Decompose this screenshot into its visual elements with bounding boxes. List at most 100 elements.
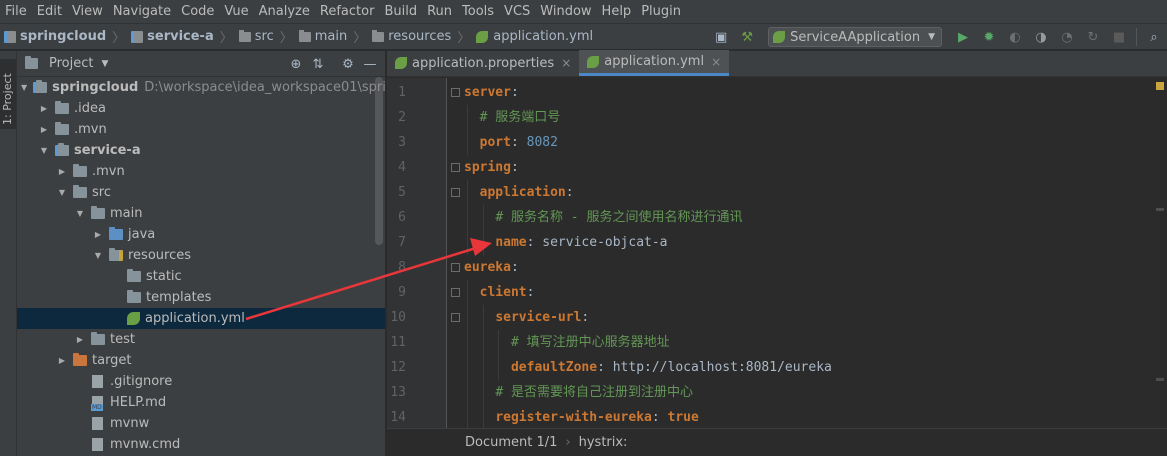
tree-node[interactable]: HELP.md [17,392,385,413]
code-line[interactable]: # 服务端口号 [480,105,561,130]
stripe-marker[interactable] [1156,208,1164,211]
collapsed-arrow-icon[interactable]: ▶ [39,104,49,113]
menu-plugin[interactable]: Plugin [636,0,686,24]
collapsed-arrow-icon[interactable]: ▶ [57,167,67,176]
project-panel-title[interactable]: Project [49,56,93,71]
collapsed-arrow-icon[interactable]: ▶ [75,335,85,344]
code-line[interactable]: # 是否需要将自己注册到注册中心 [495,380,693,405]
tree-node[interactable]: ▶ test [17,329,385,350]
tab-label: application.properties [412,55,555,71]
menu-code[interactable]: Code [176,0,219,24]
tree-node[interactable]: ▼ resources [17,245,385,266]
breadcrumb-item[interactable]: application.yml [472,24,593,50]
tree-node[interactable]: ▼ main [17,203,385,224]
code-line[interactable]: client: [480,280,535,305]
code-line[interactable]: application: [480,180,574,205]
menu-vcs[interactable]: VCS [499,0,535,24]
run-icon[interactable]: ▶ [952,26,974,48]
locate-file-icon[interactable]: ⊕ [285,57,307,72]
breadcrumb-item[interactable]: src [235,24,274,50]
tree-node[interactable]: mvnw.cmd [17,434,385,455]
tree-node[interactable]: ▼ src [17,182,385,203]
collapsed-arrow-icon[interactable]: ▶ [57,356,67,365]
menu-window[interactable]: Window [535,0,596,24]
gear-icon[interactable]: ⚙ [337,57,359,72]
search-icon[interactable]: ⌕ [1143,26,1165,48]
tree-node[interactable]: templates [17,287,385,308]
build-hammer-icon[interactable]: ⚒ [736,26,758,48]
collapsed-arrow-icon[interactable]: ▶ [39,125,49,134]
tree-node[interactable]: ▶ .mvn [17,119,385,140]
rerun-icon[interactable]: ↻ [1082,26,1104,48]
expanded-arrow-icon[interactable]: ▼ [93,251,103,260]
fold-marker-icon[interactable] [451,188,460,197]
code-line[interactable]: name: service-objcat-a [495,230,667,255]
menu-file[interactable]: File [0,0,32,24]
expanded-arrow-icon[interactable]: ▼ [75,209,85,218]
menu-analyze[interactable]: Analyze [254,0,315,24]
hide-panel-icon[interactable]: — [359,57,381,72]
code-area[interactable]: server: # 服务端口号 port: 8082 spring: applicati… [464,78,1154,430]
tree-node[interactable]: mvnw [17,413,385,434]
yaml-path[interactable]: hystrix: [579,435,628,450]
breadcrumb-item[interactable]: main [295,24,347,50]
menu-tools[interactable]: Tools [457,0,499,24]
close-icon[interactable]: × [561,56,571,70]
expanded-arrow-icon[interactable]: ▼ [39,146,49,155]
tree-node[interactable]: .gitignore [17,371,385,392]
tree-node[interactable]: ▶ .idea [17,98,385,119]
fold-marker-icon[interactable] [451,88,460,97]
code-line[interactable]: eureka: [464,255,519,280]
code-line[interactable]: register-with-eureka: true [495,405,699,430]
menu-run[interactable]: Run [422,0,457,24]
code-line[interactable]: spring: [464,155,519,180]
fold-marker-icon[interactable] [451,163,460,172]
code-line[interactable]: service-url: [495,305,589,330]
tree-node[interactable]: ▶ java [17,224,385,245]
attach-debugger-icon[interactable]: ◔ [1056,26,1078,48]
project-structure-icon[interactable]: ▣ [710,26,732,48]
stripe-marker[interactable] [1156,378,1164,381]
run-configuration-selector[interactable]: ServiceAApplication ▼ [768,27,942,47]
menu-navigate[interactable]: Navigate [108,0,176,24]
debug-icon[interactable]: ✹ [978,26,1000,48]
menu-build[interactable]: Build [379,0,422,24]
fold-marker-icon[interactable] [451,288,460,297]
profile-icon[interactable]: ◑ [1030,26,1052,48]
expanded-arrow-icon[interactable]: ▼ [21,83,27,92]
tree-node[interactable]: static [17,266,385,287]
collapsed-arrow-icon[interactable]: ▶ [93,230,103,239]
tree-node[interactable]: ▶ .mvn [17,161,385,182]
menu-help[interactable]: Help [597,0,637,24]
spring-yml-icon [127,312,140,325]
menu-vue[interactable]: Vue [219,0,253,24]
run-with-coverage-icon[interactable]: ◐ [1004,26,1026,48]
menu-edit[interactable]: Edit [32,0,67,24]
warning-marker-icon[interactable] [1156,82,1164,90]
tab-application-yml[interactable]: application.yml × [579,50,730,76]
document-indicator[interactable]: Document 1/1 [465,435,557,450]
expanded-arrow-icon[interactable]: ▼ [57,188,67,197]
collapse-all-icon[interactable]: ⇅ [307,57,329,72]
breadcrumb-item[interactable]: springcloud [0,24,106,50]
code-line[interactable]: # 服务名称 - 服务之间使用名称进行通讯 [495,205,742,230]
fold-marker-icon[interactable] [451,313,460,322]
menu-view[interactable]: View [67,0,108,24]
tree-node[interactable]: ▼ springcloud D:\workspace\idea_workspace0… [17,77,385,98]
stop-icon[interactable]: ■ [1108,26,1130,48]
tree-node[interactable]: ▼ service-a [17,140,385,161]
close-icon[interactable]: × [711,55,721,69]
code-line[interactable]: defaultZone: http://localhost:8081/eurek… [511,355,832,380]
tree-node[interactable]: ▶ target [17,350,385,371]
tree-node[interactable]: application.yml [17,308,385,329]
chevron-down-icon[interactable]: ▼ [101,59,108,69]
tab-application-properties[interactable]: application.properties × [387,50,579,76]
code-line[interactable]: port: 8082 [480,130,558,155]
code-line[interactable]: server: [464,80,519,105]
breadcrumb-item[interactable]: service-a [127,24,214,50]
project-tool-window-label[interactable]: 1: Project [1,73,14,125]
menu-refactor[interactable]: Refactor [315,0,380,24]
breadcrumb-item[interactable]: resources [368,24,451,50]
code-line[interactable]: # 填写注册中心服务器地址 [511,330,670,355]
fold-marker-icon[interactable] [451,263,460,272]
